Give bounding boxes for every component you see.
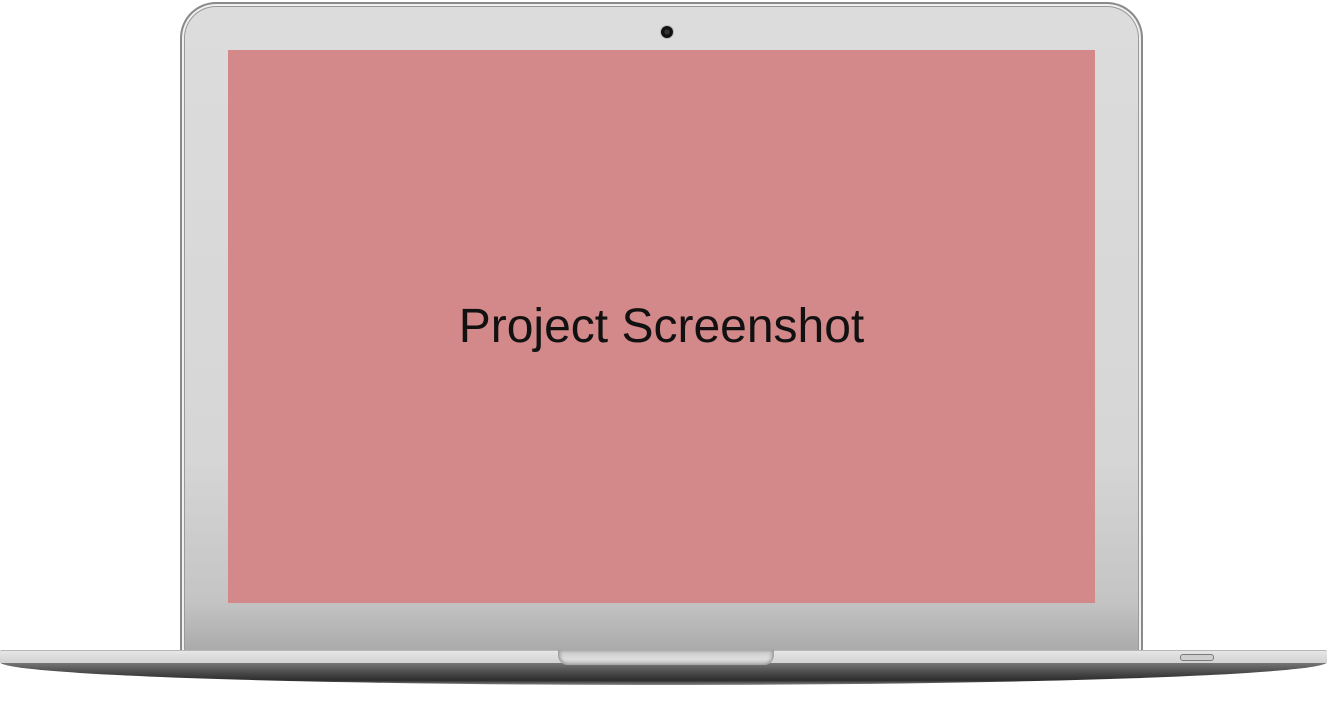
camera-icon (661, 26, 673, 38)
laptop-screen: Project Screenshot (228, 50, 1095, 603)
lid-opening-notch (558, 650, 774, 665)
screen-placeholder-text: Project Screenshot (458, 300, 865, 353)
laptop-base-bottom (0, 662, 1327, 685)
port-icon (1180, 654, 1214, 661)
